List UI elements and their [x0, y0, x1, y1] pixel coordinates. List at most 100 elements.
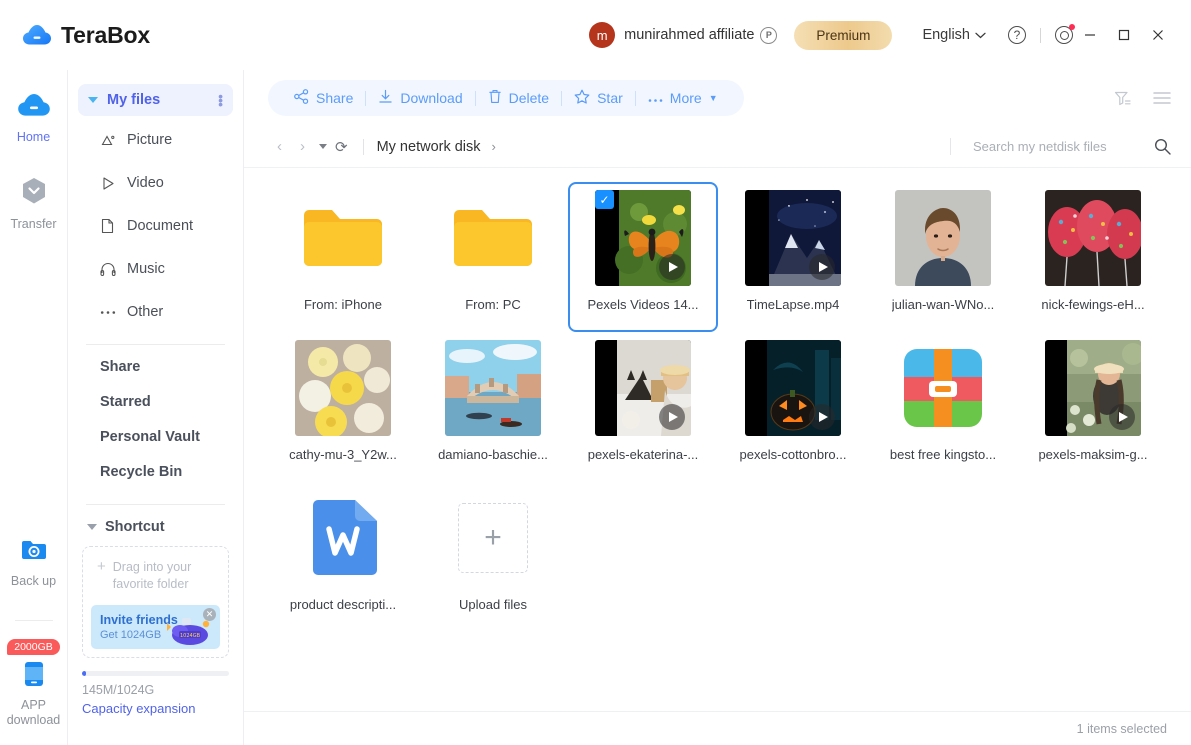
image-thumbnail-balloons: [1045, 190, 1141, 286]
sidebar-item-document-label: Document: [127, 218, 194, 234]
nav-back-button[interactable]: ‹: [268, 138, 291, 155]
sidebar-section-shortcut[interactable]: Shortcut: [68, 519, 243, 535]
action-toolbar: Share Download Delete Star More ▼: [244, 70, 1191, 126]
rail-item-transfer-label: Transfer: [10, 217, 57, 231]
sidebar-item-my-files[interactable]: My files • • •: [78, 84, 233, 116]
rail-item-home-label: Home: [16, 130, 51, 144]
file-item-video[interactable]: TimeLapse.mp4: [718, 182, 868, 332]
language-selector[interactable]: English: [922, 27, 986, 43]
rail-item-backup[interactable]: Back up: [0, 537, 68, 588]
file-item-video[interactable]: pexels-maksim-g...: [1018, 332, 1168, 482]
maximize-button[interactable]: [1107, 20, 1141, 50]
play-overlay-icon[interactable]: [809, 254, 835, 280]
capacity-expansion-link[interactable]: Capacity expansion: [82, 701, 229, 716]
file-name: pexels-ekaterina-...: [587, 447, 699, 462]
image-thumbnail-venice: [445, 340, 541, 436]
video-thumbnail-pumpkin: [745, 340, 841, 436]
rail-item-app-download[interactable]: APP download: [0, 660, 68, 729]
search-input[interactable]: [973, 139, 1148, 154]
language-label: English: [922, 27, 970, 43]
username-label[interactable]: munirahmed affiliate: [624, 27, 754, 43]
video-play-icon: [99, 176, 116, 191]
rail-item-backup-label: Back up: [10, 573, 57, 588]
nav-forward-button[interactable]: ›: [291, 138, 314, 155]
star-button-label: Star: [597, 90, 623, 106]
rail-item-transfer[interactable]: Transfer: [0, 176, 68, 231]
selection-checkbox[interactable]: ✓: [595, 190, 614, 209]
sidebar: My files • • • Picture Video Document Mu…: [68, 70, 244, 745]
search-icon[interactable]: [1154, 138, 1171, 155]
sidebar-item-share[interactable]: Share: [68, 359, 243, 375]
file-name: pexels-cottonbro...: [739, 447, 847, 462]
file-item-image[interactable]: nick-fewings-eH...: [1018, 182, 1168, 332]
video-thumbnail-field-woman: [1045, 340, 1141, 436]
file-item-video[interactable]: pexels-ekaterina-...: [568, 332, 718, 482]
sidebar-item-document[interactable]: Document: [78, 210, 233, 242]
play-overlay-icon[interactable]: [1109, 404, 1135, 430]
sidebar-item-picture[interactable]: Picture: [78, 124, 233, 156]
rail-item-app-download-label: APP download: [6, 697, 61, 728]
image-thumbnail-portrait: [895, 190, 991, 286]
breadcrumb-path[interactable]: My network disk: [377, 139, 481, 155]
settings-button[interactable]: [1055, 24, 1075, 44]
sidebar-item-starred[interactable]: Starred: [68, 394, 243, 410]
file-item-archive[interactable]: best free kingsto...: [868, 332, 1018, 482]
minimize-button[interactable]: [1073, 20, 1107, 50]
breadcrumb-separator: ›: [491, 139, 496, 154]
sort-filter-icon[interactable]: [1114, 90, 1131, 107]
video-thumbnail-cat-bed: [595, 340, 691, 436]
file-item-document[interactable]: product descripti...: [268, 482, 418, 632]
title-bar: TeraBox m munirahmed affiliate P Premium…: [0, 0, 1191, 70]
plus-icon: +: [97, 558, 106, 575]
file-item-image[interactable]: cathy-mu-3_Y2w...: [268, 332, 418, 482]
share-button-label: Share: [316, 90, 354, 106]
sidebar-item-music[interactable]: Music: [78, 253, 233, 285]
kebab-menu-icon[interactable]: • • •: [218, 89, 223, 111]
download-button[interactable]: Download: [366, 89, 474, 107]
refresh-icon[interactable]: ⟳: [335, 138, 348, 156]
app-body: Home Transfer Back up 2000GB APP downloa…: [0, 70, 1191, 745]
sidebar-item-other[interactable]: Other: [78, 296, 233, 328]
status-bar: 1 items selected: [244, 711, 1191, 745]
sidebar-item-other-label: Other: [127, 304, 164, 320]
play-overlay-icon[interactable]: [659, 404, 685, 430]
avatar[interactable]: m: [589, 22, 616, 48]
file-item-image[interactable]: damiano-baschie...: [418, 332, 568, 482]
history-dropdown-icon[interactable]: [319, 144, 327, 149]
file-item-upload[interactable]: + Upload files: [418, 482, 568, 632]
play-overlay-icon[interactable]: [809, 404, 835, 430]
help-icon[interactable]: ?: [1008, 26, 1026, 44]
caret-down-icon: [88, 97, 98, 103]
delete-button[interactable]: Delete: [476, 89, 561, 107]
storage-promo-badge[interactable]: 2000GB: [7, 638, 60, 655]
file-grid-row: cathy-mu-3_Y2w... damiano-baschie... pex…: [268, 332, 1173, 482]
home-cloud-icon: [17, 92, 51, 124]
download-icon: [378, 89, 393, 107]
file-item-folder[interactable]: From: PC: [418, 182, 568, 332]
search-area: [950, 138, 1171, 155]
upload-plus-icon[interactable]: +: [458, 503, 528, 573]
invite-friends-banner[interactable]: Invite friends Get 1024GB ✕ 1024GB: [91, 604, 220, 649]
rail-item-home[interactable]: Home: [0, 92, 68, 144]
breadcrumb-bar: ‹ › ⟳ My network disk ›: [244, 126, 1191, 168]
share-button[interactable]: Share: [282, 89, 365, 107]
favorite-folder-dropzone[interactable]: + Drag into your favorite folder Invite …: [82, 546, 229, 658]
sidebar-item-video[interactable]: Video: [78, 167, 233, 199]
file-name: damiano-baschie...: [438, 447, 548, 462]
list-view-icon[interactable]: [1153, 91, 1171, 105]
more-button[interactable]: More ▼: [636, 90, 730, 106]
sidebar-item-personal-vault[interactable]: Personal Vault: [68, 429, 243, 445]
sidebar-item-recycle-bin[interactable]: Recycle Bin: [68, 464, 243, 480]
star-button[interactable]: Star: [562, 89, 635, 107]
file-item-image[interactable]: julian-wan-WNo...: [868, 182, 1018, 332]
close-button[interactable]: [1141, 20, 1175, 50]
file-item-folder[interactable]: From: iPhone: [268, 182, 418, 332]
brand: TeraBox: [22, 22, 150, 49]
file-item-video[interactable]: pexels-cottonbro...: [718, 332, 868, 482]
file-name: From: PC: [465, 297, 521, 312]
file-item-selected[interactable]: ✓ Pexels Videos 14...: [568, 182, 718, 332]
star-icon: [574, 89, 590, 107]
notification-dot-icon: [1069, 24, 1075, 30]
premium-button[interactable]: Premium: [794, 20, 893, 50]
play-overlay-icon[interactable]: [659, 254, 685, 280]
